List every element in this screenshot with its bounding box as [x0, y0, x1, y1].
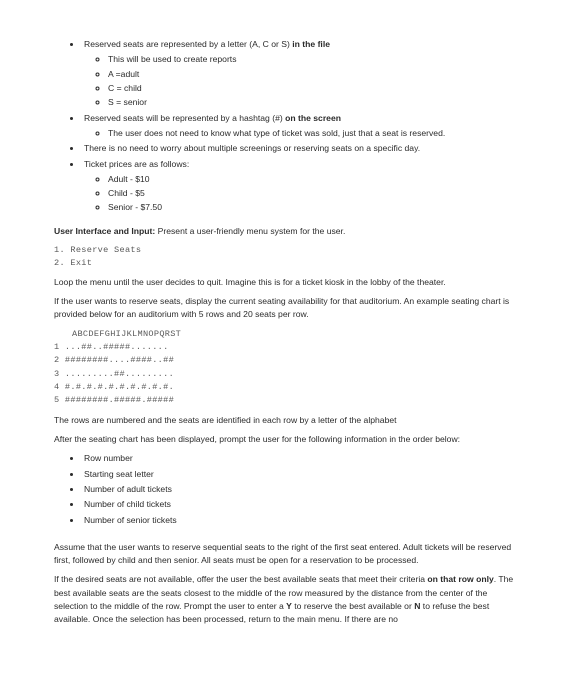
input-item: Starting seat letter [82, 468, 518, 481]
input-item: Number of senior tickets [82, 514, 518, 527]
chart-row: 4 #.#.#.#.#.#.#.#.#.#. [54, 381, 518, 394]
chart-row: 1 ...##..#####....... [54, 341, 518, 354]
bold-text: in the file [292, 39, 330, 49]
text: Reserved seats will be represented by a … [84, 113, 285, 123]
sub-item: A =adult [108, 68, 518, 81]
sub-item: S = senior [108, 96, 518, 109]
input-item: Number of adult tickets [82, 483, 518, 496]
bold-text: on that row only [427, 574, 493, 584]
ui-heading: User Interface and Input: Present a user… [54, 225, 518, 238]
sub-item: This will be used to create reports [108, 53, 518, 66]
text: to reserve the best available or [292, 601, 414, 611]
sub-item: Adult - $10 [108, 173, 518, 186]
input-item: Number of child tickets [82, 498, 518, 511]
input-item: Row number [82, 452, 518, 465]
input-list: Row number Starting seat letter Number o… [54, 452, 518, 527]
paragraph: If the desired seats are not available, … [54, 573, 518, 626]
text: Present a user-friendly menu system for … [155, 226, 345, 236]
paragraph: After the seating chart has been display… [54, 433, 518, 446]
chart-row: 3 .........##......... [54, 368, 518, 381]
document-page: Reserved seats are represented by a lett… [0, 0, 562, 700]
sub-item: C = child [108, 82, 518, 95]
spec-item: There is no need to worry about multiple… [82, 142, 518, 155]
sub-list: The user does not need to know what type… [84, 127, 518, 140]
spec-item: Reserved seats are represented by a lett… [82, 38, 518, 110]
sub-list: This will be used to create reports A =a… [84, 53, 518, 109]
sub-item: The user does not need to know what type… [108, 127, 518, 140]
sub-list: Adult - $10 Child - $5 Senior - $7.50 [84, 173, 518, 215]
chart-row: 2 ########....####..## [54, 354, 518, 367]
paragraph: If the user wants to reserve seats, disp… [54, 295, 518, 322]
spec-list: Reserved seats are represented by a lett… [54, 38, 518, 215]
sub-item: Child - $5 [108, 187, 518, 200]
bold-text: User Interface and Input: [54, 226, 155, 236]
bold-text: on the screen [285, 113, 341, 123]
paragraph: The rows are numbered and the seats are … [54, 414, 518, 427]
spec-item: Reserved seats will be represented by a … [82, 112, 518, 141]
sub-item: Senior - $7.50 [108, 201, 518, 214]
chart-header: ABCDEFGHIJKLMNOPQRST [72, 328, 518, 341]
text: Reserved seats are represented by a lett… [84, 39, 292, 49]
text: Ticket prices are as follows: [84, 159, 189, 169]
paragraph: Assume that the user wants to reserve se… [54, 541, 518, 568]
text: If the desired seats are not available, … [54, 574, 427, 584]
chart-row: 5 ########.#####.##### [54, 394, 518, 407]
seating-chart: ABCDEFGHIJKLMNOPQRST 1 ...##..#####.....… [54, 328, 518, 408]
paragraph: Loop the menu until the user decides to … [54, 276, 518, 289]
spec-item: Ticket prices are as follows: Adult - $1… [82, 158, 518, 215]
menu-code: 1. Reserve Seats 2. Exit [54, 244, 518, 270]
